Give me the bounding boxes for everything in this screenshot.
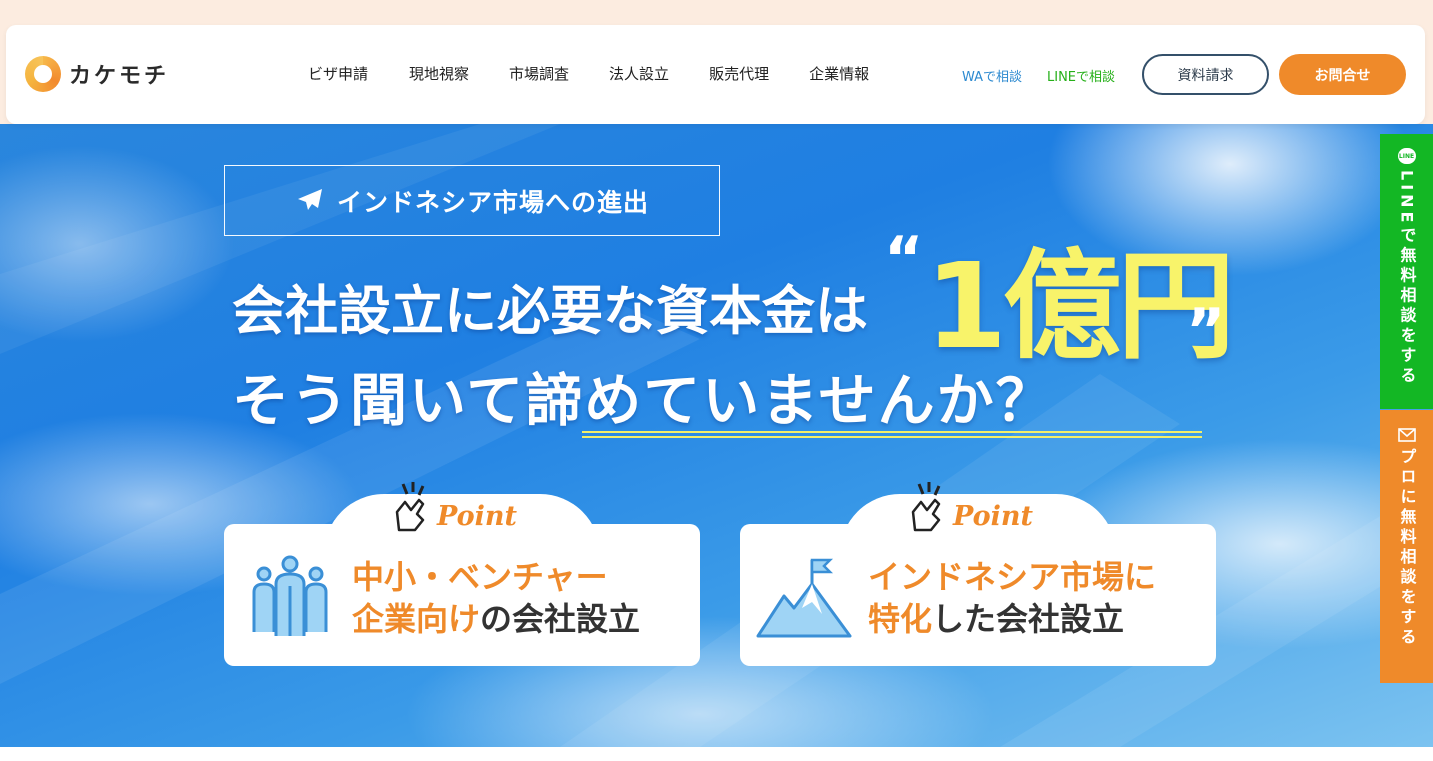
page-bottom-strip (0, 747, 1433, 761)
mountain-flag-icon (756, 558, 852, 638)
point-text: 中小・ベンチャー 企業向けの会社設立 (352, 556, 640, 640)
main-nav: ビザ申請 現地視察 市場調査 法人設立 販売代理 企業情報 (308, 63, 909, 84)
point-card-indonesia: Point インドネシア市場に 特化した会社設立 (740, 482, 1216, 666)
wa-consult-link[interactable]: WAで相談 (962, 66, 1022, 85)
point-text-line1: インドネシア市場に (868, 558, 1157, 596)
airplane-icon (297, 188, 322, 210)
point-label: Point (953, 501, 1033, 532)
point-text-line2-rest: の会社設立 (480, 600, 641, 638)
point-card-sme: Point 中小・ベンチャー 企業向けの会社設立 (224, 482, 700, 666)
mail-icon (1397, 428, 1416, 442)
line-icon: LINE (1397, 148, 1416, 164)
logo-text: カケモチ (69, 64, 170, 89)
hero-tag-text: インドネシア市場への進出 (336, 187, 649, 217)
point-badge: Point (905, 480, 1033, 536)
headline-line2: そう聞いて諦めていませんか？ (232, 368, 1055, 434)
point-text-line2: 特化した会社設立 (868, 598, 1156, 640)
nav-market-research[interactable]: 市場調査 (509, 63, 569, 84)
line-side-tab-label: LINEで無料相談をする (1397, 170, 1417, 387)
headline-underline (582, 431, 1202, 438)
quote-open-mark: “ (884, 224, 924, 294)
contact-button[interactable]: お問合せ (1279, 54, 1406, 95)
request-docs-button[interactable]: 資料請求 (1142, 54, 1269, 95)
nav-site-visit[interactable]: 現地視察 (409, 63, 469, 84)
nav-sales-agency[interactable]: 販売代理 (709, 63, 769, 84)
pointing-hand-icon (911, 482, 941, 532)
point-label: Point (437, 501, 517, 532)
line-consult-link[interactable]: LINEで相談 (1047, 66, 1115, 85)
point-text-line2: 企業向けの会社設立 (352, 598, 640, 640)
line-consult-side-tab[interactable]: LINE LINEで無料相談をする (1380, 134, 1433, 409)
pro-consult-side-tab[interactable]: プロに無料相談をする (1380, 410, 1433, 683)
point-text: インドネシア市場に 特化した会社設立 (868, 556, 1156, 640)
site-header: カケモチ ビザ申請 現地視察 市場調査 法人設立 販売代理 企業情報 WAで相談… (6, 25, 1425, 124)
point-badge: Point (389, 480, 517, 536)
hero-tag-box: インドネシア市場への進出 (224, 165, 720, 236)
nav-company-info[interactable]: 企業情報 (809, 63, 869, 84)
headline-line1: 会社設立に必要な資本金は (232, 281, 868, 342)
point-text-line1: 中小・ベンチャー (352, 558, 608, 596)
quote-close-mark: ” (1186, 296, 1226, 366)
pro-side-tab-label: プロに無料相談をする (1397, 448, 1417, 648)
pointing-hand-icon (395, 482, 425, 532)
nav-visa[interactable]: ビザ申請 (308, 63, 368, 84)
point-text-line2-accent: 特化 (868, 600, 933, 638)
hero-banner: インドネシア市場への進出 会社設立に必要な資本金は “ 1億円 ” そう聞いて諦… (0, 124, 1433, 747)
point-text-line2-accent: 企業向け (352, 600, 481, 638)
point-text-line2-rest: した会社設立 (932, 600, 1125, 638)
logo-ring-icon (25, 56, 61, 92)
logo[interactable]: カケモチ (25, 56, 169, 92)
people-icon (252, 555, 328, 636)
nav-incorporation[interactable]: 法人設立 (609, 63, 669, 84)
